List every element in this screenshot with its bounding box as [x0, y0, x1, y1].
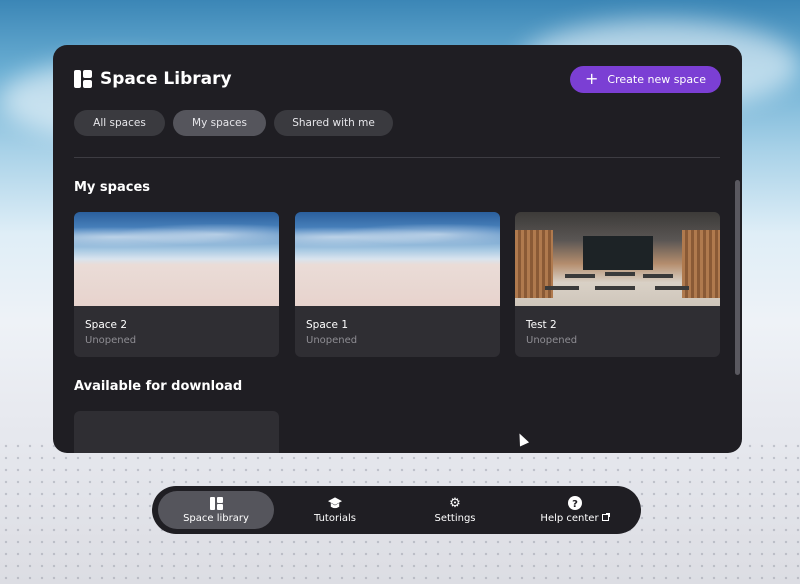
- dock-item-settings[interactable]: ⚙ Settings: [397, 491, 513, 529]
- space-name: Space 1: [306, 319, 349, 331]
- space-status: Unopened: [306, 335, 358, 346]
- create-new-space-label: Create new space: [607, 73, 706, 86]
- space-status: Unopened: [85, 335, 137, 346]
- dock-item-label-row: Help center: [540, 513, 610, 524]
- download-card[interactable]: [74, 411, 279, 453]
- graduation-cap-icon: [328, 496, 342, 510]
- bottom-dock: Space library Tutorials ⚙ Settings ? Hel…: [152, 486, 641, 534]
- space-thumbnail: [295, 212, 500, 306]
- external-link-icon: [601, 513, 610, 524]
- tab-my-spaces[interactable]: My spaces: [173, 110, 266, 136]
- plus-icon: +: [585, 68, 599, 88]
- tab-shared-with-me[interactable]: Shared with me: [274, 110, 393, 136]
- dock-item-label: Settings: [434, 513, 476, 524]
- space-name: Test 2: [526, 319, 557, 331]
- dock-item-tutorials[interactable]: Tutorials: [277, 491, 393, 529]
- page-title: Space Library: [100, 69, 232, 89]
- dock-item-label: Help center: [540, 513, 599, 524]
- space-card[interactable]: Space 2 Unopened: [74, 212, 279, 357]
- space-filter-tabs: All spaces My spaces Shared with me: [74, 110, 393, 136]
- space-name: Space 2: [85, 319, 128, 331]
- help-icon: ?: [568, 496, 582, 510]
- create-new-space-button[interactable]: + Create new space: [570, 66, 721, 93]
- section-title-available-for-download: Available for download: [74, 379, 243, 394]
- scrollbar[interactable]: [735, 180, 740, 375]
- section-title-my-spaces: My spaces: [74, 180, 151, 195]
- panel-header: Space Library: [74, 69, 232, 89]
- tab-all-spaces[interactable]: All spaces: [74, 110, 165, 136]
- space-card[interactable]: Space 1 Unopened: [295, 212, 500, 357]
- space-status: Unopened: [526, 335, 578, 346]
- svg-text:?: ?: [572, 499, 578, 510]
- space-card[interactable]: Test 2 Unopened: [515, 212, 720, 357]
- library-icon: [209, 496, 223, 510]
- divider: [74, 157, 720, 158]
- library-icon: [74, 70, 92, 88]
- dock-item-label: Space library: [183, 513, 249, 524]
- gear-icon: ⚙: [449, 495, 461, 511]
- dock-item-label: Tutorials: [314, 513, 356, 524]
- space-thumbnail: [74, 212, 279, 306]
- dock-item-help-center[interactable]: ? Help center: [517, 491, 633, 529]
- dock-item-space-library[interactable]: Space library: [158, 491, 274, 529]
- space-thumbnail: [515, 212, 720, 306]
- space-library-panel: Space Library + Create new space All spa…: [53, 45, 742, 453]
